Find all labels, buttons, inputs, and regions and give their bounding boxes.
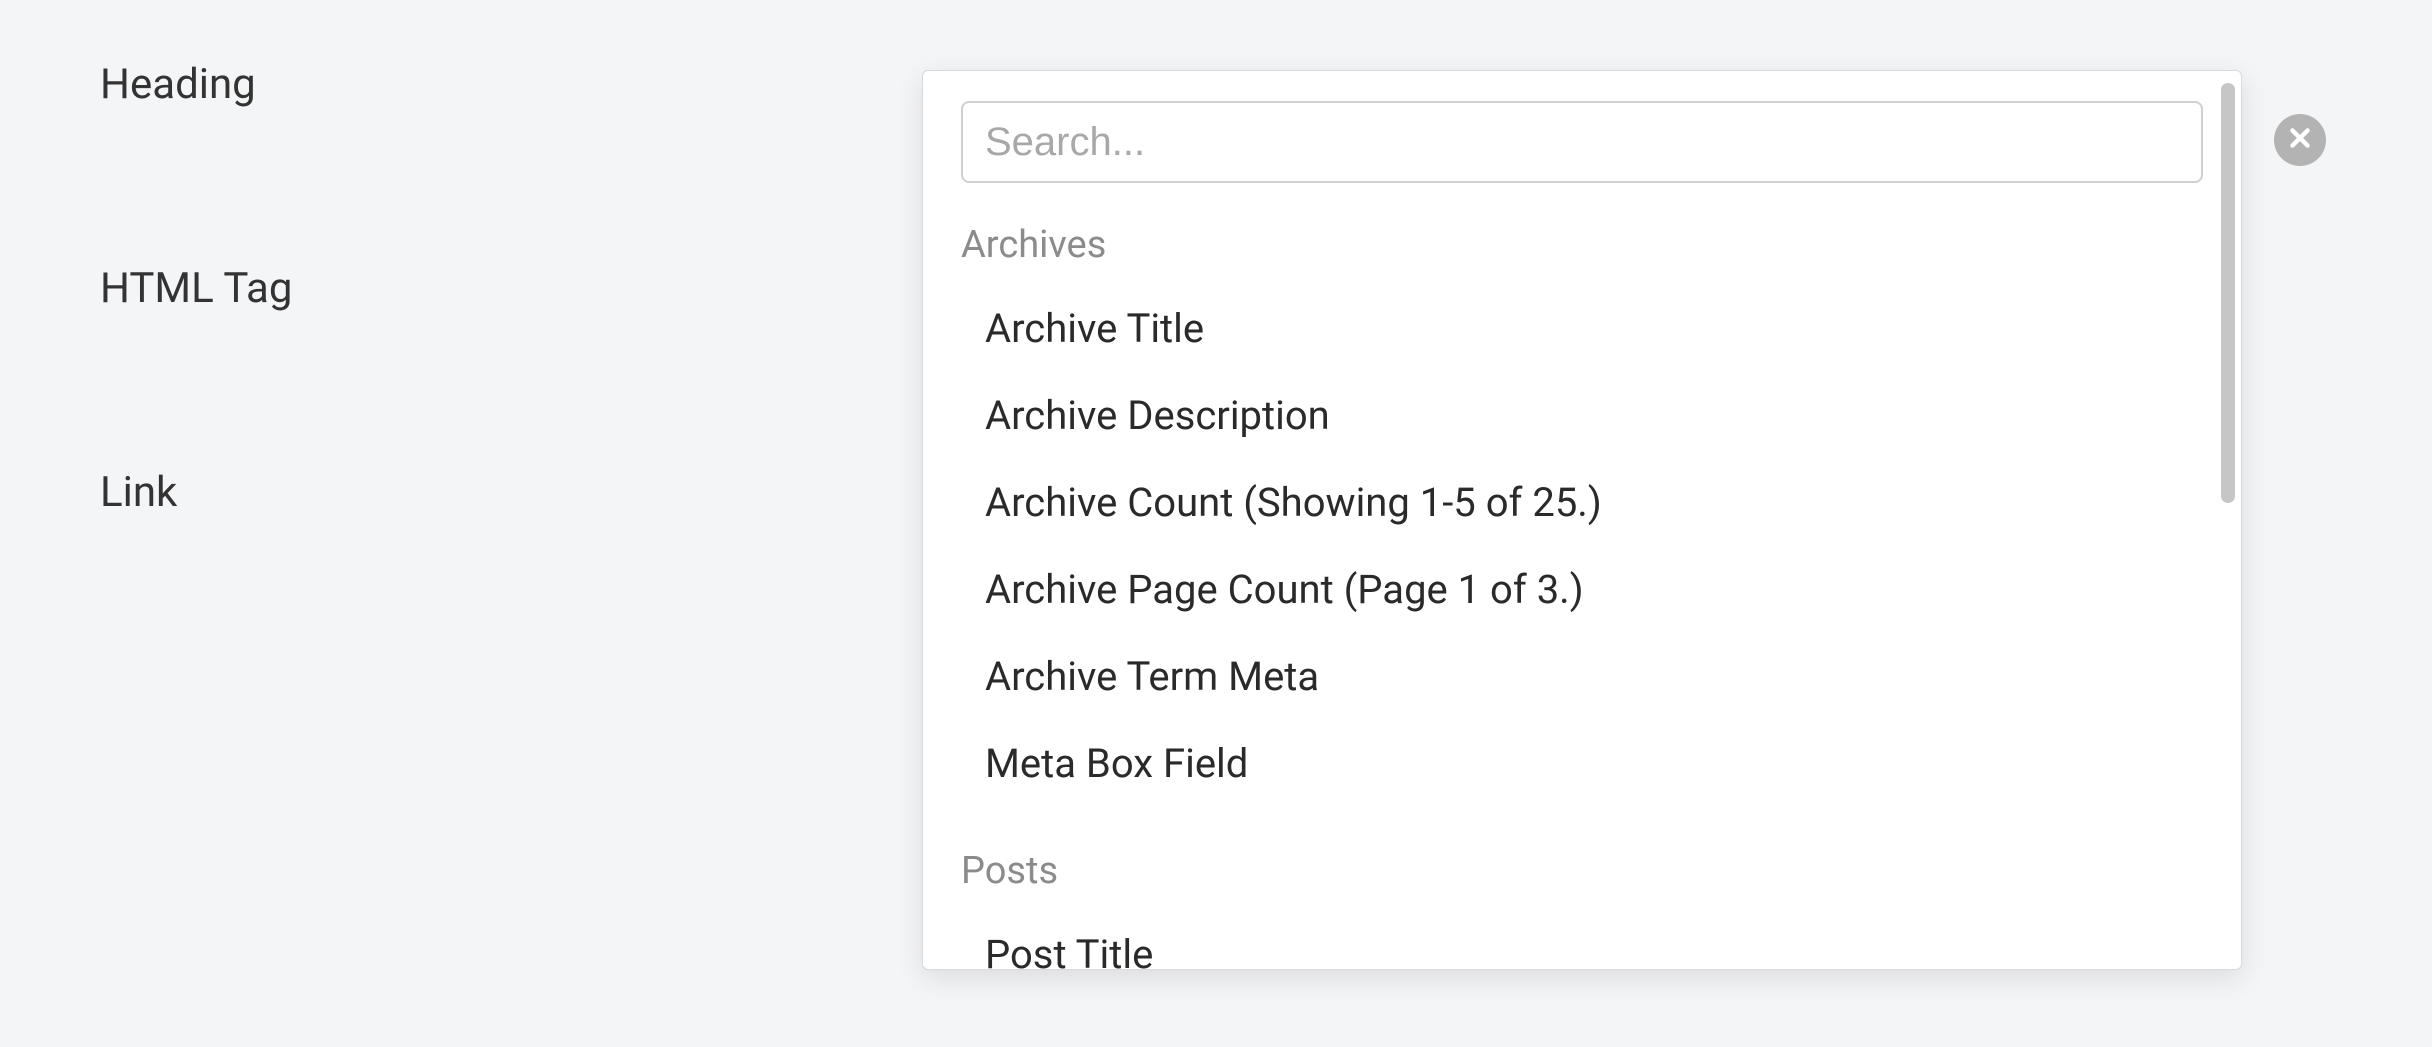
group-items-posts: Post Title — [961, 911, 2203, 969]
option-meta-box-field[interactable]: Meta Box Field — [961, 720, 2203, 807]
dropdown-content: Archives Archive Title Archive Descripti… — [923, 71, 2241, 969]
search-input[interactable] — [961, 101, 2203, 183]
close-icon — [2287, 125, 2313, 155]
field-label-link: Link — [100, 468, 293, 517]
field-label-heading: Heading — [100, 60, 293, 109]
option-archive-description[interactable]: Archive Description — [961, 372, 2203, 459]
option-archive-count[interactable]: Archive Count (Showing 1-5 of 25.) — [961, 459, 2203, 546]
field-label-html-tag: HTML Tag — [100, 264, 293, 313]
option-archive-title[interactable]: Archive Title — [961, 285, 2203, 372]
sidebar-field-labels: Heading HTML Tag Link — [100, 60, 293, 517]
group-heading-archives: Archives — [961, 223, 2203, 267]
group-heading-posts: Posts — [961, 849, 2203, 893]
group-items-archives: Archive Title Archive Description Archiv… — [961, 285, 2203, 807]
dynamic-data-dropdown: Archives Archive Title Archive Descripti… — [922, 70, 2242, 970]
option-archive-page-count[interactable]: Archive Page Count (Page 1 of 3.) — [961, 546, 2203, 633]
close-button[interactable] — [2274, 114, 2326, 166]
option-archive-term-meta[interactable]: Archive Term Meta — [961, 633, 2203, 720]
option-post-title[interactable]: Post Title — [961, 911, 2203, 969]
